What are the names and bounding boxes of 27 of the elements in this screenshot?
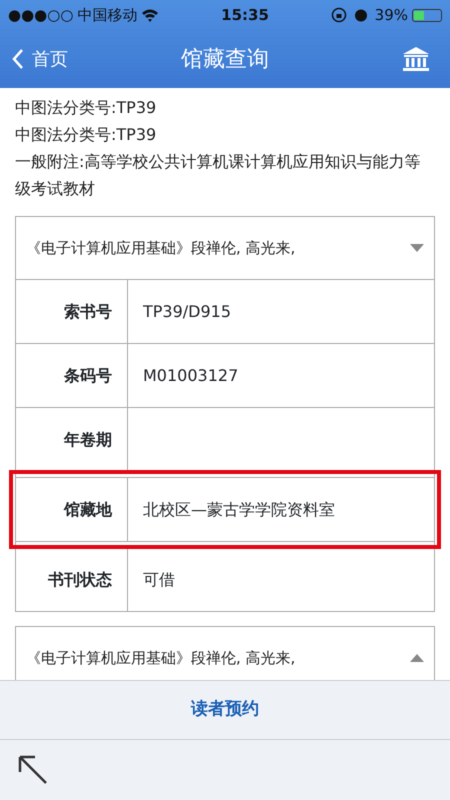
battery-percent: 39% [374,4,408,26]
status-time: 15:35 [220,4,270,26]
back-chevron-icon[interactable] [12,48,24,70]
reserve-button[interactable]: 读者预约 [185,696,265,724]
holding-header[interactable]: 《电子计算机应用基础》段禅伦, 高光来, [16,217,434,279]
field-value: 可借 [143,568,175,590]
field-label: 索书号 [16,280,128,343]
field-label: 书刊状态 [16,548,128,611]
field-label: 年卷期 [16,408,128,471]
info-line: 一般附注:高等学校公共计算机课计算机应用知识与能力等级考试教材 [15,151,422,200]
arrow-icon[interactable] [18,755,48,785]
page-title: 馆藏查询 [181,46,269,74]
info-line: 中图法分类号:TP39 [15,97,158,119]
holding-title: 《电子计算机应用基础》段禅伦, 高光来, [26,648,296,669]
field-value: 北校区—蒙古学学院资料室 [143,498,335,520]
carrier-name: 中国移动 [77,4,138,26]
back-button[interactable]: 首页 [12,46,68,72]
field-label: 条码号 [16,344,128,407]
info-line: 中图法分类号:TP39 [15,124,158,146]
field-value: TP39/D915 [143,300,232,322]
signal-strength: ●●●○○ [8,4,74,26]
field-label: 馆藏地 [16,478,128,541]
wifi-icon [141,8,160,22]
library-icon[interactable] [402,46,430,72]
holding-header[interactable]: 《电子计算机应用基础》段禅伦, 高光来, [16,627,434,680]
field-value: M01003127 [143,364,238,386]
holding-title: 《电子计算机应用基础》段禅伦, 高光来, [26,238,296,259]
